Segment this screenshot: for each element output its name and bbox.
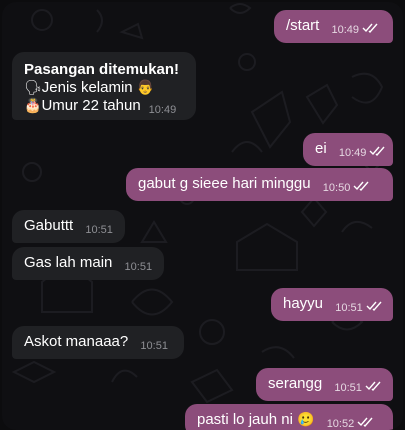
message-time: 10:51 xyxy=(334,379,382,397)
message-outgoing[interactable]: hayyu 10:51 xyxy=(271,288,393,321)
speaking-head-icon: 🗣 xyxy=(24,80,42,96)
message-outgoing[interactable]: gabut g sieee hari minggu 10:50 xyxy=(126,168,393,201)
message-outgoing[interactable]: pasti lo jauh ni 🥲 10:52 xyxy=(185,404,393,430)
message-text: Gas lah main xyxy=(24,254,113,271)
double-check-icon xyxy=(369,146,385,156)
message-text: Gabuttt xyxy=(24,217,74,234)
message-incoming[interactable]: Gas lah main 10:51 xyxy=(12,247,164,280)
chat-window: /start 10:49 Pasangan ditemukan! 🗣Jenis … xyxy=(2,2,403,430)
double-check-icon xyxy=(362,23,378,33)
age-text: Umur 22 tahun xyxy=(41,97,141,114)
message-time: 10:51 xyxy=(140,340,168,352)
message-text: hayyu xyxy=(283,295,324,312)
birthday-cake-icon: 🎂 xyxy=(24,98,42,114)
message-outgoing[interactable]: ei 10:49 xyxy=(303,133,393,166)
gender-text: Jenis kelamin xyxy=(41,79,133,96)
message-incoming[interactable]: Askot manaaa? 10:51 xyxy=(12,326,184,359)
message-time: 10:50 xyxy=(323,179,371,197)
message-time: 10:51 xyxy=(335,299,383,317)
message-outgoing[interactable]: serangg 10:51 xyxy=(256,368,393,401)
message-text: ei xyxy=(315,140,327,157)
message-time: 10:49 xyxy=(332,21,380,39)
age-line: 🎂Umur 22 tahun 10:49 xyxy=(24,97,186,119)
message-text: serangg xyxy=(268,375,323,392)
message-text: Askot manaaa? xyxy=(24,333,129,350)
message-incoming-match-found[interactable]: Pasangan ditemukan! 🗣Jenis kelamin 👨 🎂Um… xyxy=(12,52,196,120)
double-check-icon xyxy=(353,181,369,191)
message-text: pasti lo jauh ni xyxy=(197,411,293,428)
message-time: 10:52 xyxy=(327,415,375,430)
message-time: 10:51 xyxy=(85,224,113,236)
smiling-tear-emoji-icon: 🥲 xyxy=(297,412,315,428)
message-text: /start xyxy=(286,17,320,34)
message-outgoing[interactable]: /start 10:49 xyxy=(274,10,393,43)
message-time: 10:51 xyxy=(124,261,153,273)
gender-line: 🗣Jenis kelamin 👨 xyxy=(24,79,186,97)
man-emoji-icon: 👨 xyxy=(136,80,155,96)
double-check-icon xyxy=(357,417,373,427)
message-text: gabut g sieee hari minggu xyxy=(138,175,311,192)
message-time: 10:49 xyxy=(148,104,177,116)
message-title: Pasangan ditemukan! xyxy=(24,61,180,78)
double-check-icon xyxy=(366,301,382,311)
double-check-icon xyxy=(365,381,381,391)
message-time: 10:49 xyxy=(339,144,387,162)
message-incoming[interactable]: Gabuttt 10:51 xyxy=(12,210,125,243)
